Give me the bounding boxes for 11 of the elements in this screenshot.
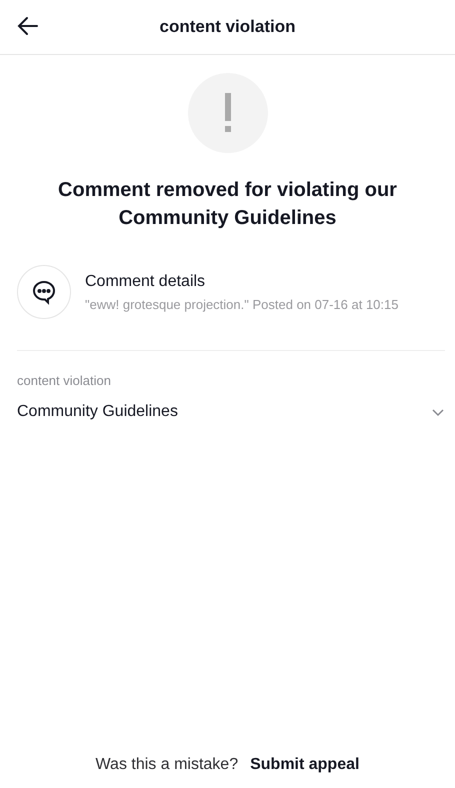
page-title: content violation [160,17,296,37]
section-label: content violation [17,373,112,388]
back-arrow-icon [16,14,40,38]
comment-details-title: Comment details [85,272,206,290]
removal-heading: Comment removed for violating our Community Guidelines [57,178,398,231]
speech-bubble-icon [31,279,57,305]
exclamation-icon [222,93,232,133]
submit-appeal-link[interactable]: Submit appeal [250,756,360,774]
comment-text: "eww! grotesque projection." Posted on 07-16 at 10:15 [85,296,398,312]
guidelines-dropdown[interactable]: Community Guidelines [17,403,445,421]
mistake-question: Was this a mistake? [96,756,238,774]
